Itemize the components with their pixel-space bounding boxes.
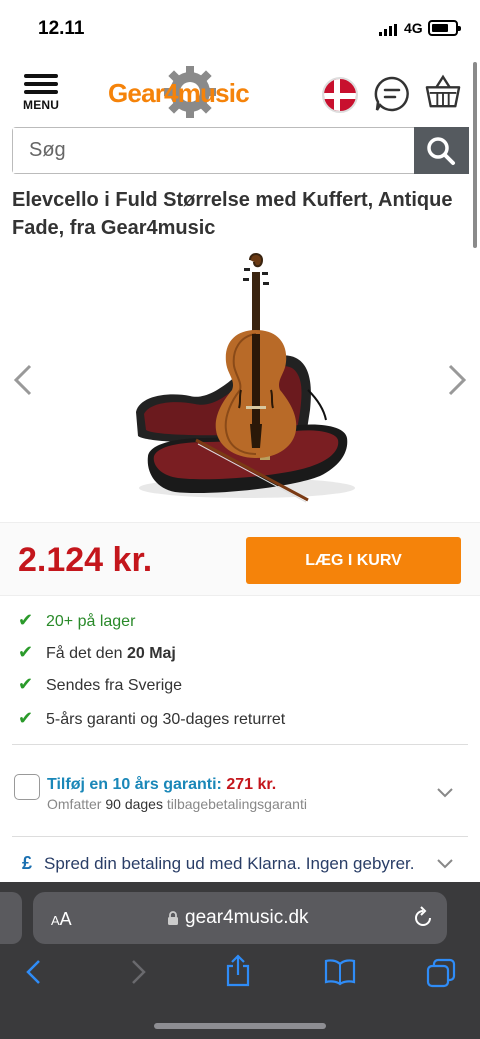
- status-bar: 12.11 4G: [0, 0, 480, 56]
- product-price: 2.124 kr.: [18, 541, 153, 579]
- chevron-down-icon[interactable]: [436, 857, 454, 869]
- previous-tab[interactable]: [0, 892, 22, 944]
- address-bar[interactable]: AA gear4music.dk: [33, 892, 447, 944]
- chevron-down-icon[interactable]: [436, 786, 454, 798]
- chat-icon[interactable]: [374, 76, 410, 112]
- search-bar: [12, 127, 469, 174]
- warranty-description: Omfatter 90 dages tilbagebetalingsgarant…: [47, 796, 307, 812]
- logo-text: Gear4music: [108, 78, 250, 108]
- pound-icon: £: [22, 853, 33, 873]
- menu-label: MENU: [23, 98, 60, 112]
- page-scrollbar[interactable]: [473, 62, 477, 248]
- divider: [12, 836, 468, 837]
- previous-image-icon[interactable]: [10, 362, 36, 398]
- product-image[interactable]: [0, 250, 480, 518]
- browser-toolbar: AA gear4music.dk: [0, 882, 480, 1039]
- reload-icon[interactable]: [411, 906, 435, 930]
- product-title: Elevcello i Fuld Størrelse med Kuffert, …: [12, 189, 453, 239]
- warranty-label[interactable]: Tilføj en 10 års garanti: 271 kr.: [47, 776, 276, 794]
- gear4music-logo[interactable]: Gear4music: [108, 64, 274, 120]
- hamburger-icon: [24, 74, 58, 78]
- network-type: 4G: [404, 20, 423, 36]
- divider: [12, 744, 468, 745]
- guarantee-info: ✔ 5-års garanti og 30-dages returret: [18, 708, 286, 728]
- delivery-info: ✔ Få det den 20 Maj: [18, 642, 176, 662]
- warranty-checkbox[interactable]: [14, 774, 40, 800]
- status-time: 12.11: [38, 18, 85, 39]
- lock-icon: [168, 911, 178, 925]
- battery-icon: [428, 20, 461, 36]
- check-icon: ✔: [18, 708, 34, 728]
- forward-icon[interactable]: [126, 958, 150, 986]
- bookmarks-icon[interactable]: [324, 958, 356, 986]
- menu-button[interactable]: MENU: [22, 72, 62, 112]
- search-input[interactable]: [13, 128, 415, 173]
- shipping-origin: ✔ Sendes fra Sverige: [18, 674, 183, 694]
- back-icon[interactable]: [22, 958, 46, 986]
- cellular-signal-icon: [379, 24, 397, 36]
- tabs-icon[interactable]: [426, 958, 456, 988]
- danish-flag-icon[interactable]: [322, 77, 358, 113]
- search-icon: [427, 137, 455, 165]
- klarna-info[interactable]: Spred din betaling ud med Klarna. Ingen …: [44, 854, 414, 874]
- price-section: 2.124 kr. LÆG I KURV: [0, 522, 480, 596]
- reader-settings-button[interactable]: AA: [51, 909, 72, 930]
- check-icon: ✔: [18, 642, 34, 662]
- add-to-cart-button[interactable]: LÆG I KURV: [246, 537, 461, 584]
- stock-status: ✔ 20+ på lager: [18, 610, 136, 630]
- home-indicator[interactable]: [154, 1023, 326, 1029]
- check-icon: ✔: [18, 674, 34, 694]
- search-button[interactable]: [414, 127, 469, 174]
- basket-icon[interactable]: [425, 74, 461, 110]
- url-text: gear4music.dk: [185, 907, 309, 928]
- share-icon[interactable]: [224, 954, 252, 988]
- next-image-icon[interactable]: [444, 362, 470, 398]
- check-icon: ✔: [18, 610, 34, 630]
